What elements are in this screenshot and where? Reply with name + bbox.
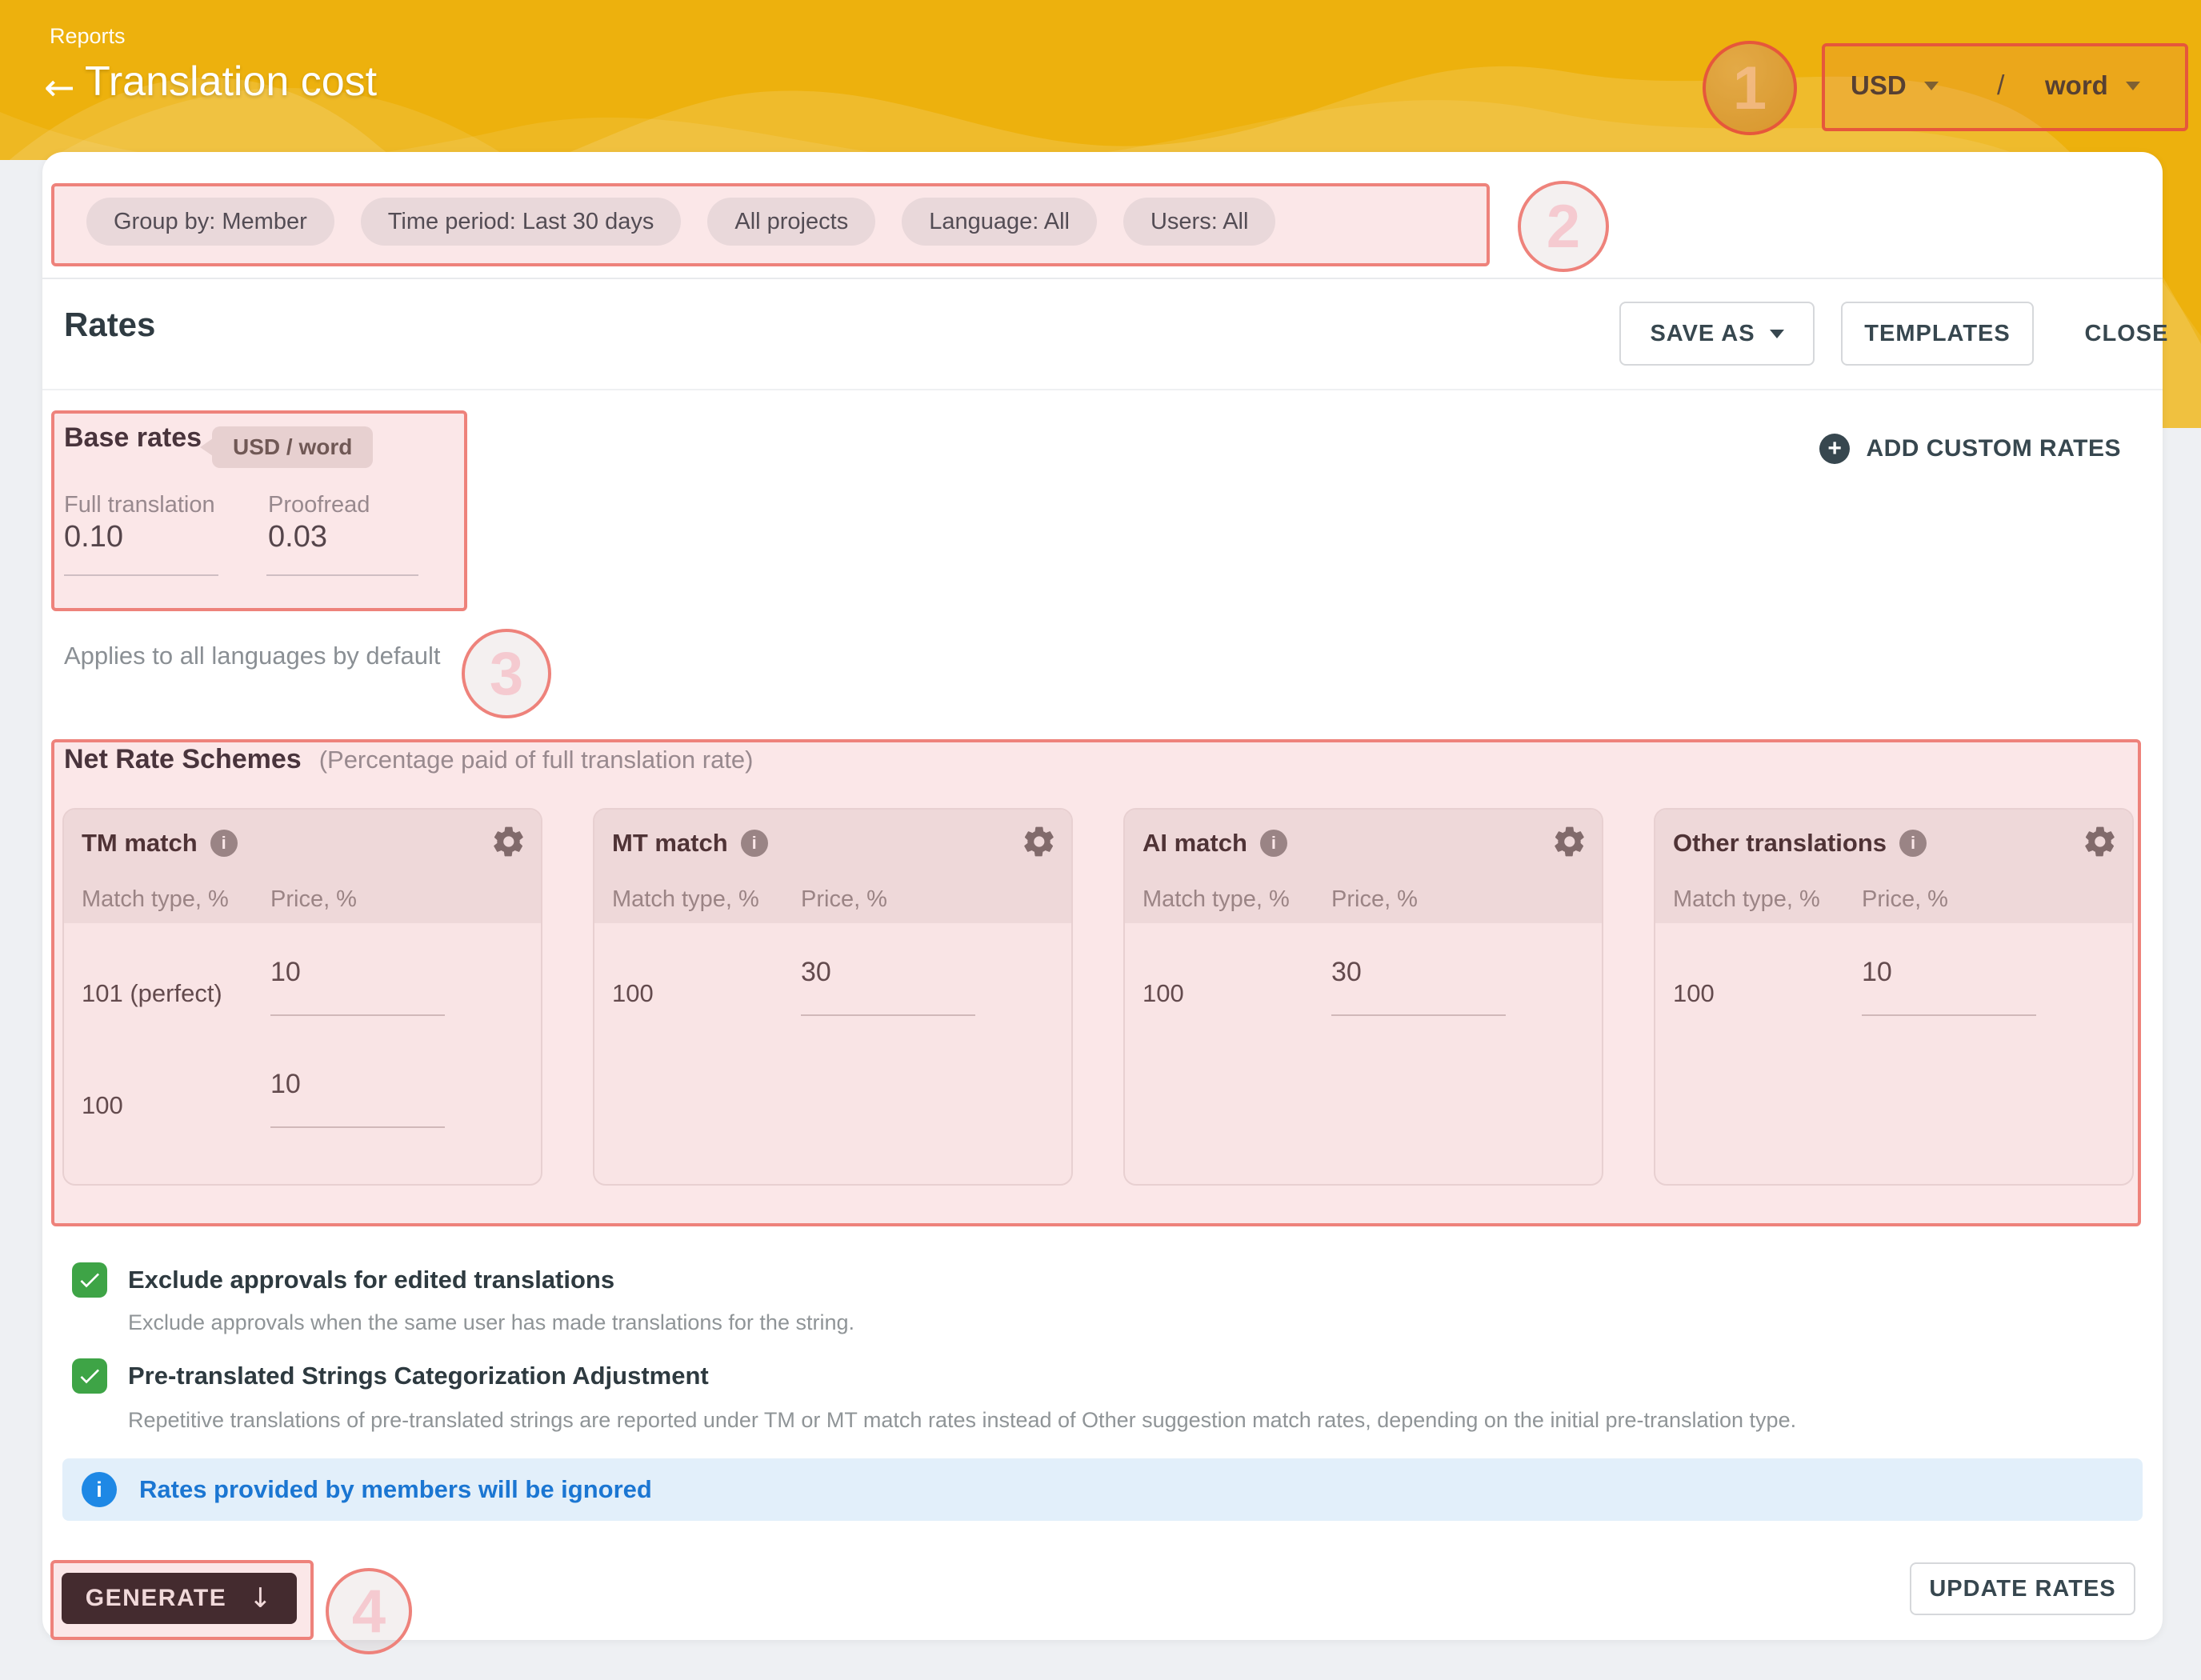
plus-icon: + <box>1819 434 1850 464</box>
input-underline <box>270 1126 445 1128</box>
badge-notch <box>200 438 213 456</box>
gear-icon[interactable] <box>1022 824 1057 859</box>
chevron-down-icon <box>1770 330 1784 338</box>
input-underline <box>266 574 418 576</box>
input-underline <box>64 574 218 576</box>
divider <box>42 389 2163 390</box>
breadcrumb[interactable]: Reports <box>50 24 126 49</box>
info-icon[interactable]: i <box>1260 830 1287 857</box>
gear-icon[interactable] <box>1552 824 1587 859</box>
full-translation-rate-input[interactable]: 0.10 <box>64 520 123 554</box>
tm-match-card: TM match i Match type, % Price, % 101 (p… <box>62 808 542 1186</box>
input-underline <box>1862 1014 2036 1016</box>
pretranslated-adjustment-label: Pre-translated Strings Categorization Ad… <box>128 1362 709 1390</box>
currency-value: USD <box>1851 70 1907 101</box>
pretranslated-adjustment-checkbox[interactable] <box>72 1358 107 1394</box>
net-rate-schemes-header: Net Rate Schemes (Percentage paid of ful… <box>64 744 754 775</box>
price-input[interactable]: 10 <box>1862 957 1892 988</box>
filter-chip-row: Group by: Member Time period: Last 30 da… <box>86 198 1275 246</box>
gear-icon[interactable] <box>491 824 526 859</box>
gear-icon[interactable] <box>2083 824 2118 859</box>
net-rate-schemes-subtitle: (Percentage paid of full translation rat… <box>319 746 754 774</box>
avatar[interactable] <box>1705 42 1795 132</box>
price-column-label: Price, % <box>270 886 357 913</box>
base-rates-note: Applies to all languages by default <box>64 642 441 670</box>
info-icon[interactable]: i <box>1899 830 1927 857</box>
full-translation-label: Full translation <box>64 492 215 518</box>
templates-button[interactable]: TEMPLATES <box>1841 302 2034 366</box>
ai-match-title: AI match i <box>1143 829 1287 858</box>
info-banner-text: Rates provided by members will be ignore… <box>139 1475 652 1504</box>
base-rates-title: Base rates <box>64 422 202 454</box>
match-type-column-label: Match type, % <box>1673 886 1820 913</box>
price-column-label: Price, % <box>1862 886 1948 913</box>
price-input[interactable]: 10 <box>270 1069 301 1100</box>
exclude-approvals-description: Exclude approvals when the same user has… <box>128 1310 854 1335</box>
info-icon[interactable]: i <box>210 830 238 857</box>
exclude-approvals-checkbox[interactable] <box>72 1262 107 1298</box>
report-settings-card: Group by: Member Time period: Last 30 da… <box>42 152 2163 1640</box>
filter-chip-users[interactable]: Users: All <box>1123 198 1275 246</box>
match-type-value: 100 <box>1143 979 1184 1008</box>
match-type-value: 100 <box>1673 979 1715 1008</box>
filter-chip-time-period[interactable]: Time period: Last 30 days <box>361 198 682 246</box>
mt-match-title: MT match i <box>612 829 768 858</box>
input-underline <box>1331 1014 1506 1016</box>
input-underline <box>270 1014 445 1016</box>
exclude-approvals-label: Exclude approvals for edited translation… <box>128 1266 614 1294</box>
check-icon <box>77 1363 102 1389</box>
generate-button[interactable]: GENERATE ↓ <box>62 1573 297 1624</box>
filter-chip-language[interactable]: Language: All <box>902 198 1097 246</box>
match-type-value: 100 <box>82 1091 123 1120</box>
price-column-label: Price, % <box>801 886 887 913</box>
add-custom-rates-button[interactable]: + ADD CUSTOM RATES <box>1819 434 2121 464</box>
translation-cost-report-page: Reports ← Translation cost USD / word Gr… <box>0 0 2201 1680</box>
proofread-label: Proofread <box>268 492 370 518</box>
price-input[interactable]: 30 <box>1331 957 1362 988</box>
update-rates-button[interactable]: UPDATE RATES <box>1910 1562 2135 1615</box>
arrow-down-icon: ↓ <box>249 1582 273 1614</box>
pretranslated-adjustment-description: Repetitive translations of pre-translate… <box>128 1408 1796 1433</box>
proofread-rate-input[interactable]: 0.03 <box>268 520 327 554</box>
mt-match-card: MT match i Match type, % Price, % 100 30 <box>593 808 1073 1186</box>
divider <box>42 278 2163 279</box>
save-as-button[interactable]: SAVE AS <box>1619 302 1815 366</box>
rates-section-title: Rates <box>64 306 155 344</box>
info-icon[interactable]: i <box>741 830 768 857</box>
back-arrow-icon[interactable]: ← <box>44 66 75 109</box>
filter-chip-projects[interactable]: All projects <box>707 198 875 246</box>
page-title: Translation cost <box>85 58 377 106</box>
info-banner: i Rates provided by members will be igno… <box>62 1458 2143 1521</box>
currency-dropdown[interactable]: USD <box>1851 70 1939 101</box>
currency-unit-separator: / <box>1997 70 2004 102</box>
ai-match-card: AI match i Match type, % Price, % 100 30 <box>1123 808 1603 1186</box>
price-column-label: Price, % <box>1331 886 1418 913</box>
filter-chip-group-by[interactable]: Group by: Member <box>86 198 334 246</box>
input-underline <box>801 1014 975 1016</box>
match-type-column-label: Match type, % <box>1143 886 1290 913</box>
close-button[interactable]: CLOSE <box>2059 302 2195 366</box>
match-type-column-label: Match type, % <box>82 886 229 913</box>
unit-value: word <box>2045 70 2108 101</box>
other-translations-card: Other translations i Match type, % Price… <box>1654 808 2134 1186</box>
net-rate-schemes-title: Net Rate Schemes <box>64 744 302 775</box>
unit-dropdown[interactable]: word <box>2045 70 2140 101</box>
tm-match-title: TM match i <box>82 829 238 858</box>
match-type-value: 100 <box>612 979 654 1008</box>
price-input[interactable]: 10 <box>270 957 301 988</box>
base-rates-currency-badge: USD / word <box>212 426 373 468</box>
price-input[interactable]: 30 <box>801 957 831 988</box>
check-icon <box>77 1267 102 1293</box>
info-icon: i <box>82 1472 117 1507</box>
chevron-down-icon <box>2126 82 2140 90</box>
other-translations-title: Other translations i <box>1673 829 1927 858</box>
chevron-down-icon <box>1924 82 1939 90</box>
match-type-column-label: Match type, % <box>612 886 759 913</box>
match-type-value: 101 (perfect) <box>82 979 222 1008</box>
